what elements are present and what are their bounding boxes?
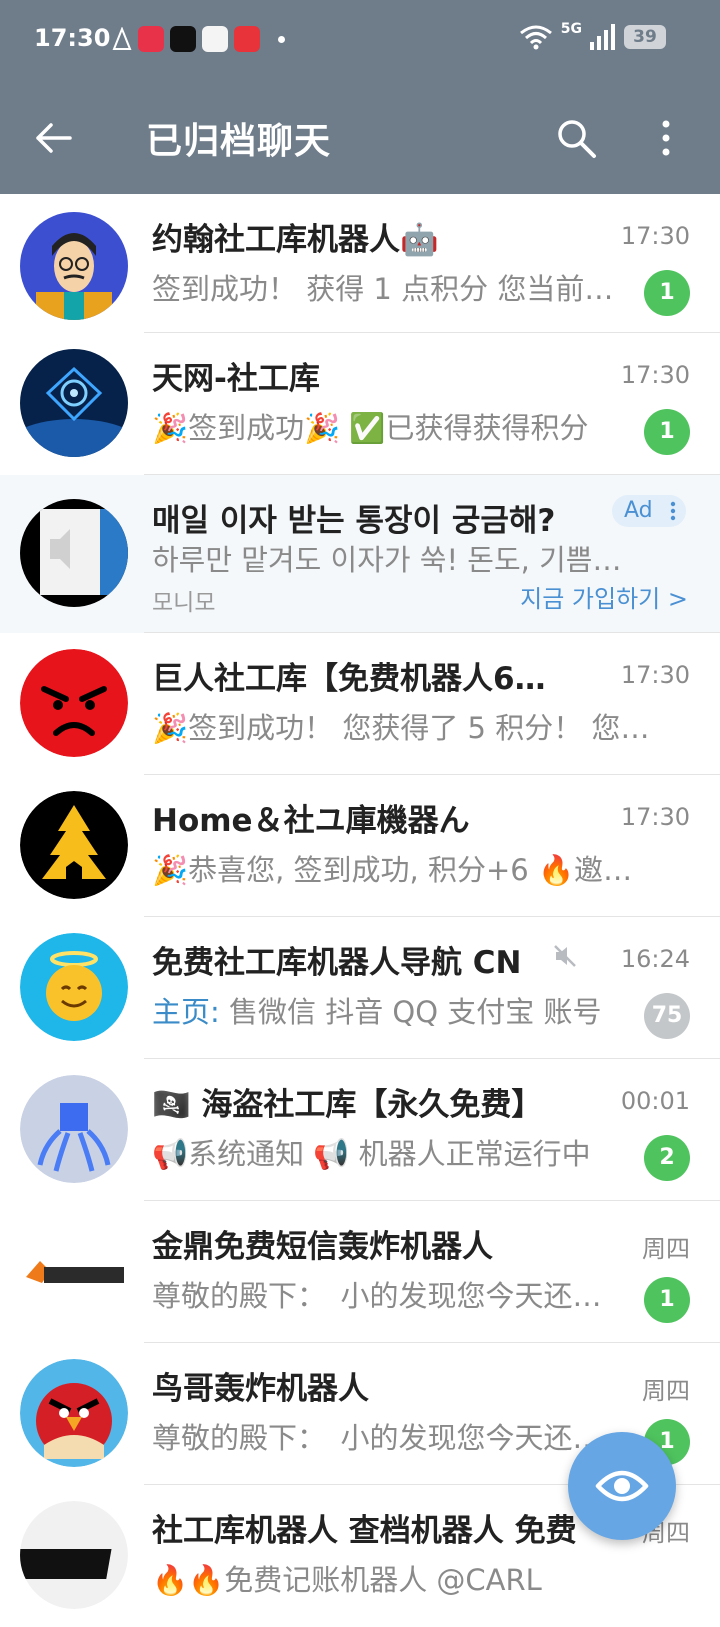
chat-preview: 签到成功！ 获得 1 点积分 您当前积分 <box>152 272 614 306</box>
preview-text: 售微信 抖音 QQ 支付宝 账号 <box>219 995 602 1029</box>
chat-preview: 🎉签到成功！ 您获得了 5 积分！ 您当前 <box>152 711 652 745</box>
back-arrow-icon[interactable] <box>34 118 74 158</box>
chat-time: 17:30 <box>620 222 690 250</box>
chat-row[interactable]: 约翰社工库机器人🤖 17:30 签到成功！ 获得 1 点积分 您当前积分 1 <box>0 194 720 333</box>
status-right: 5G 39 <box>519 21 666 50</box>
unread-badge: 1 <box>644 270 690 316</box>
chat-time: 周四 <box>642 1377 690 1405</box>
chat-name: 🏴‍☠️ 海盗社工库【永久免费】 <box>152 1087 543 1123</box>
ad-text: 하루만 맡겨도 이자가 쑥! 돈도, 기쁨도 쑥! <box>152 543 640 577</box>
ad-tag[interactable]: Ad <box>612 495 686 527</box>
chat-name: 金鼎免费短信轰炸机器人 <box>152 1229 493 1265</box>
chat-preview: 📢系统通知 📢 机器人正常运行中 <box>152 1137 591 1171</box>
chat-preview: 🎉恭喜您, 签到成功, 积分+6 🔥邀请好友 <box>152 853 652 887</box>
chat-name: 约翰社工库机器人🤖 <box>152 222 439 258</box>
chat-time: 00:01 <box>620 1087 690 1115</box>
view-fab-button[interactable] <box>568 1432 676 1540</box>
signal-icon <box>590 24 615 50</box>
avatar <box>20 1075 128 1183</box>
ad-advertiser: 모니모 <box>152 590 216 616</box>
unread-badge: 2 <box>644 1135 690 1181</box>
chat-preview: 🔥🔥免费记账机器人 @CARL <box>152 1563 542 1597</box>
status-bar: 17:30 5G 39 <box>0 0 720 84</box>
status-time: 17:30 <box>34 24 111 52</box>
more-notifications-dot <box>278 35 285 43</box>
ad-menu-icon[interactable] <box>670 501 676 521</box>
avatar <box>20 349 128 457</box>
app-notification-icon <box>138 26 164 52</box>
avatar <box>20 649 128 757</box>
chat-time: 17:30 <box>620 361 690 389</box>
chat-time: 17:30 <box>620 803 690 831</box>
chat-preview: 🎉签到成功🎉 ✅已获得获得积分 <box>152 411 589 445</box>
wifi-icon <box>519 25 552 50</box>
avatar <box>20 791 128 899</box>
avatar <box>20 1359 128 1467</box>
chat-row[interactable]: 金鼎免费短信轰炸机器人 周四 尊敬的殿下： 小的发现您今天还没有 1 <box>0 1201 720 1343</box>
notification-icons <box>112 26 285 52</box>
chat-time: 17:30 <box>620 661 690 689</box>
avatar <box>20 1217 128 1325</box>
oppo-notification-icon <box>202 26 228 52</box>
chat-row[interactable]: 天网-社工库 17:30 🎉签到成功🎉 ✅已获得获得积分 1 <box>0 333 720 475</box>
ad-tag-label: Ad <box>624 498 653 523</box>
page-title: 已归档聊天 <box>146 121 332 162</box>
chat-name: Home＆社ユ庫機器ん <box>152 803 470 839</box>
network-label: 5G <box>560 21 582 37</box>
chat-time: 周四 <box>642 1235 690 1263</box>
eye-icon <box>595 1470 649 1502</box>
avatar <box>20 212 128 320</box>
sail-icon <box>112 27 132 50</box>
chat-row[interactable]: Home＆社ユ庫機器ん 17:30 🎉恭喜您, 签到成功, 积分+6 🔥邀请好友 <box>0 775 720 917</box>
chat-preview: 尊敬的殿下： 小的发现您今天还没有 <box>152 1421 614 1455</box>
chat-name: 鸟哥轰炸机器人 <box>152 1371 369 1407</box>
avatar <box>20 1501 128 1609</box>
chat-row[interactable]: 免费社工库机器人导航 CN 16:24 主页: 售微信 抖音 QQ 支付宝 账号… <box>0 917 720 1059</box>
unread-badge: 1 <box>644 409 690 455</box>
chat-name: 社工库机器人 查档机器人 免费 <box>152 1513 577 1549</box>
more-options-icon[interactable] <box>654 116 678 160</box>
chat-row[interactable]: 🏴‍☠️ 海盗社工库【永久免费】 00:01 📢系统通知 📢 机器人正常运行中 … <box>0 1059 720 1201</box>
avatar <box>20 933 128 1041</box>
ad-cta-link[interactable]: 지금 가입하기 > <box>520 579 688 614</box>
chat-name: 免费社工库机器人导航 CN <box>152 945 522 981</box>
archived-chat-list: 约翰社工库机器人🤖 17:30 签到成功！ 获得 1 点积分 您当前积分 1 天… <box>0 194 720 1627</box>
muted-icon <box>554 945 576 967</box>
tiktok-notification-icon <box>170 26 196 52</box>
chat-name: 天网-社工库 <box>152 361 320 397</box>
preview-prefix: 主页: <box>152 995 220 1029</box>
ad-avatar <box>20 499 128 607</box>
chat-time: 16:24 <box>620 945 690 973</box>
chat-preview: 尊敬的殿下： 小的发现您今天还没有 <box>152 1279 614 1313</box>
unread-badge: 75 <box>644 993 690 1039</box>
battery-icon: 39 <box>624 25 666 49</box>
app-notification-icon <box>234 26 260 52</box>
sponsored-ad-row[interactable]: 매일 이자 받는 통장이 궁금해? Ad 하루만 맡겨도 이자가 쑥! 돈도, … <box>0 475 720 633</box>
chat-preview: 主页: 售微信 抖音 QQ 支付宝 账号 <box>152 989 614 1031</box>
chat-row[interactable]: 巨人社工库【免费机器人6个】 17:30 🎉签到成功！ 您获得了 5 积分！ 您… <box>0 633 720 775</box>
action-bar: 已归档聊天 <box>0 84 720 194</box>
ad-title: 매일 이자 받는 통장이 궁금해? <box>152 503 556 539</box>
unread-badge: 1 <box>644 1277 690 1323</box>
search-icon[interactable] <box>554 116 598 160</box>
chat-name: 巨人社工库【免费机器人6个】 <box>152 661 562 697</box>
